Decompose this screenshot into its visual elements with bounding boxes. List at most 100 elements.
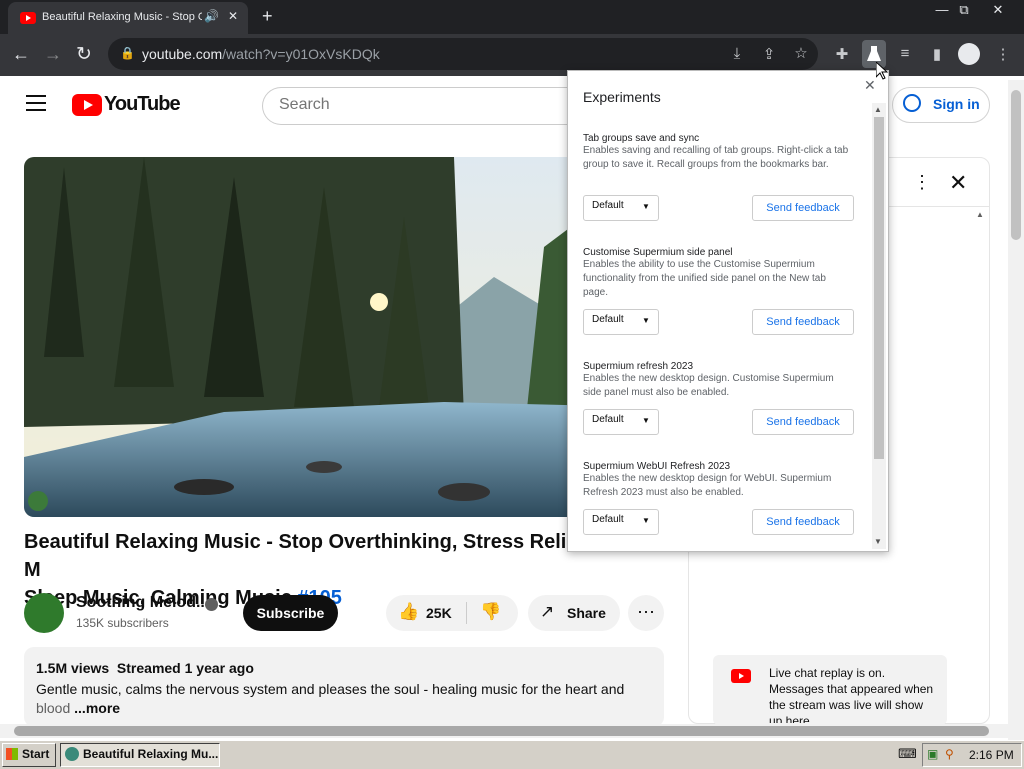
description-continued: blood [36,700,75,716]
page-scrollbar[interactable] [1008,80,1024,740]
media-queue-icon[interactable]: ≡ [894,45,916,62]
url-path: /watch?v=y01OxVsKDQk [222,46,380,62]
video-title-line1: Beautiful Relaxing Music - Stop Overthin… [24,531,585,581]
experiment-select[interactable]: Default ▼ [583,409,659,435]
browser-tab[interactable]: Beautiful Relaxing Music - Stop Overthin… [8,2,248,34]
keyboard-tray-icon[interactable]: ⌨ [898,746,917,762]
more-link[interactable]: ...more [74,700,120,716]
side-panel-icon[interactable]: ▮ [926,45,948,63]
scroll-up-icon[interactable]: ▲ [874,105,882,114]
search-input[interactable]: Search [262,87,603,125]
experiments-scrollbar[interactable]: ▲ ▼ [872,103,886,549]
like-dislike-group: 👍 25K 👎 [386,595,518,631]
description-box[interactable]: 1.5M views Streamed 1 year ago Gentle mu… [24,647,664,727]
more-actions-icon[interactable]: ⋯ [628,595,664,631]
youtube-favicon-icon [20,12,36,24]
experiment-item: Tab groups save and sync Enables saving … [583,133,854,221]
dropdown-arrow-icon: ▼ [642,516,650,525]
clock[interactable]: 2:16 PM [969,748,1014,762]
experiments-close-icon[interactable]: ✕ [864,77,876,94]
youtube-notice-icon [731,669,751,683]
flask-icon [867,46,881,61]
bookmark-star-icon[interactable]: ☆ [790,44,812,62]
reload-icon[interactable]: ↻ [76,43,92,66]
system-tray: ▣ ⚲ 2:16 PM [922,743,1022,767]
experiment-item: Supermium refresh 2023 Enables the new d… [583,361,854,435]
menu-kebab-icon[interactable]: ⋮ [992,45,1014,63]
experiment-select[interactable]: Default ▼ [583,195,659,221]
sign-in-label: Sign in [933,96,980,112]
share-button[interactable]: ↗ Share [528,595,620,631]
windows-logo-icon [6,748,18,760]
install-icon[interactable]: ⤓ [726,45,748,62]
chat-scroll-up-icon[interactable]: ▲ [976,210,984,219]
new-tab-icon[interactable]: + [262,6,273,27]
experiment-title: Tab groups save and sync [583,133,700,144]
subscriber-count: 135K subscribers [76,616,169,630]
youtube-logo-icon[interactable] [72,94,102,116]
experiment-item: Customise Supermium side panel Enables t… [583,247,854,335]
experiment-select[interactable]: Default ▼ [583,309,659,335]
live-chat-text: Live chat replay is on. Messages that ap… [769,666,934,723]
video-thumbnail [24,157,644,517]
experiment-item: Supermium WebUI Refresh 2023 Enables the… [583,461,854,535]
like-divider [466,602,467,624]
send-feedback-button[interactable]: Send feedback [752,509,854,535]
channel-avatar[interactable] [24,593,64,633]
chat-close-icon[interactable]: ✕ [949,170,967,196]
views-line: 1.5M views Streamed 1 year ago [36,660,254,676]
subscribe-button[interactable]: Subscribe [243,595,338,631]
start-button[interactable]: Start [2,743,56,767]
restore-button[interactable]: ⧉ [948,0,980,22]
channel-watermark-icon [28,491,48,511]
video-player[interactable] [24,157,644,517]
send-feedback-button[interactable]: Send feedback [752,309,854,335]
share-page-icon[interactable]: ⇪ [758,45,780,63]
send-feedback-button[interactable]: Send feedback [752,195,854,221]
send-feedback-button[interactable]: Send feedback [752,409,854,435]
like-count: 25K [426,605,452,621]
taskbar-window-title: Beautiful Relaxing Mu... [83,747,219,761]
close-window-button[interactable]: ✕ [982,0,1014,22]
experiment-title: Customise Supermium side panel [583,247,733,258]
mouse-cursor-icon [876,62,888,80]
horizontal-scrollbar[interactable] [0,724,1008,738]
dropdown-arrow-icon: ▼ [642,316,650,325]
experiment-description: Enables the new desktop design for WebUI… [583,473,832,498]
page-scrollbar-thumb[interactable] [1011,90,1021,240]
horizontal-scrollbar-thumb[interactable] [14,726,989,736]
dropdown-arrow-icon: ▼ [642,202,650,211]
live-chat-notice: Live chat replay is on. Messages that ap… [713,655,947,725]
hamburger-menu-icon[interactable] [26,95,46,111]
experiment-select[interactable]: Default ▼ [583,509,659,535]
account-icon [903,94,921,112]
taskbar-window-item[interactable]: Beautiful Relaxing Mu... [60,743,220,767]
share-arrow-icon: ↗ [540,602,555,621]
lock-icon: 🔒 [120,46,135,60]
thumb-down-icon[interactable]: 👎 [480,602,501,622]
experiments-scrollbar-thumb[interactable] [874,117,884,459]
thumb-up-icon[interactable]: 👍 [398,602,419,622]
sign-in-button[interactable]: Sign in [892,87,990,123]
scroll-down-icon[interactable]: ▼ [874,537,882,546]
chat-kebab-icon[interactable]: ⋮ [913,172,931,193]
tab-close-icon[interactable]: ✕ [228,9,238,23]
verified-badge-icon [205,598,218,611]
url-host: youtube.com [142,46,223,62]
forward-arrow-icon[interactable]: → [44,44,62,65]
search-tray-icon[interactable]: ⚲ [945,747,954,761]
address-bar[interactable]: 🔒 youtube.com/watch?v=y01OxVsKDQk ⤓ ⇪ ☆ [108,38,818,70]
description-text: Gentle music, calms the nervous system a… [36,681,625,697]
experiment-description: Enables the ability to use the Customise… [583,259,826,298]
profile-icon[interactable] [958,43,980,65]
share-label: Share [567,605,606,621]
tab-title: Beautiful Relaxing Music - Stop Overthin… [42,11,202,23]
back-arrow-icon[interactable]: ← [12,44,30,65]
experiment-description: Enables saving and recalling of tab grou… [583,145,849,170]
browser-app-icon [65,747,79,761]
speaker-icon[interactable]: 🔊 [204,9,219,23]
extensions-icon[interactable]: ✚ [831,45,853,63]
network-tray-icon[interactable]: ▣ [927,747,938,761]
channel-name[interactable]: Soothing Melod... [76,594,209,612]
experiment-title: Supermium WebUI Refresh 2023 [583,461,731,472]
